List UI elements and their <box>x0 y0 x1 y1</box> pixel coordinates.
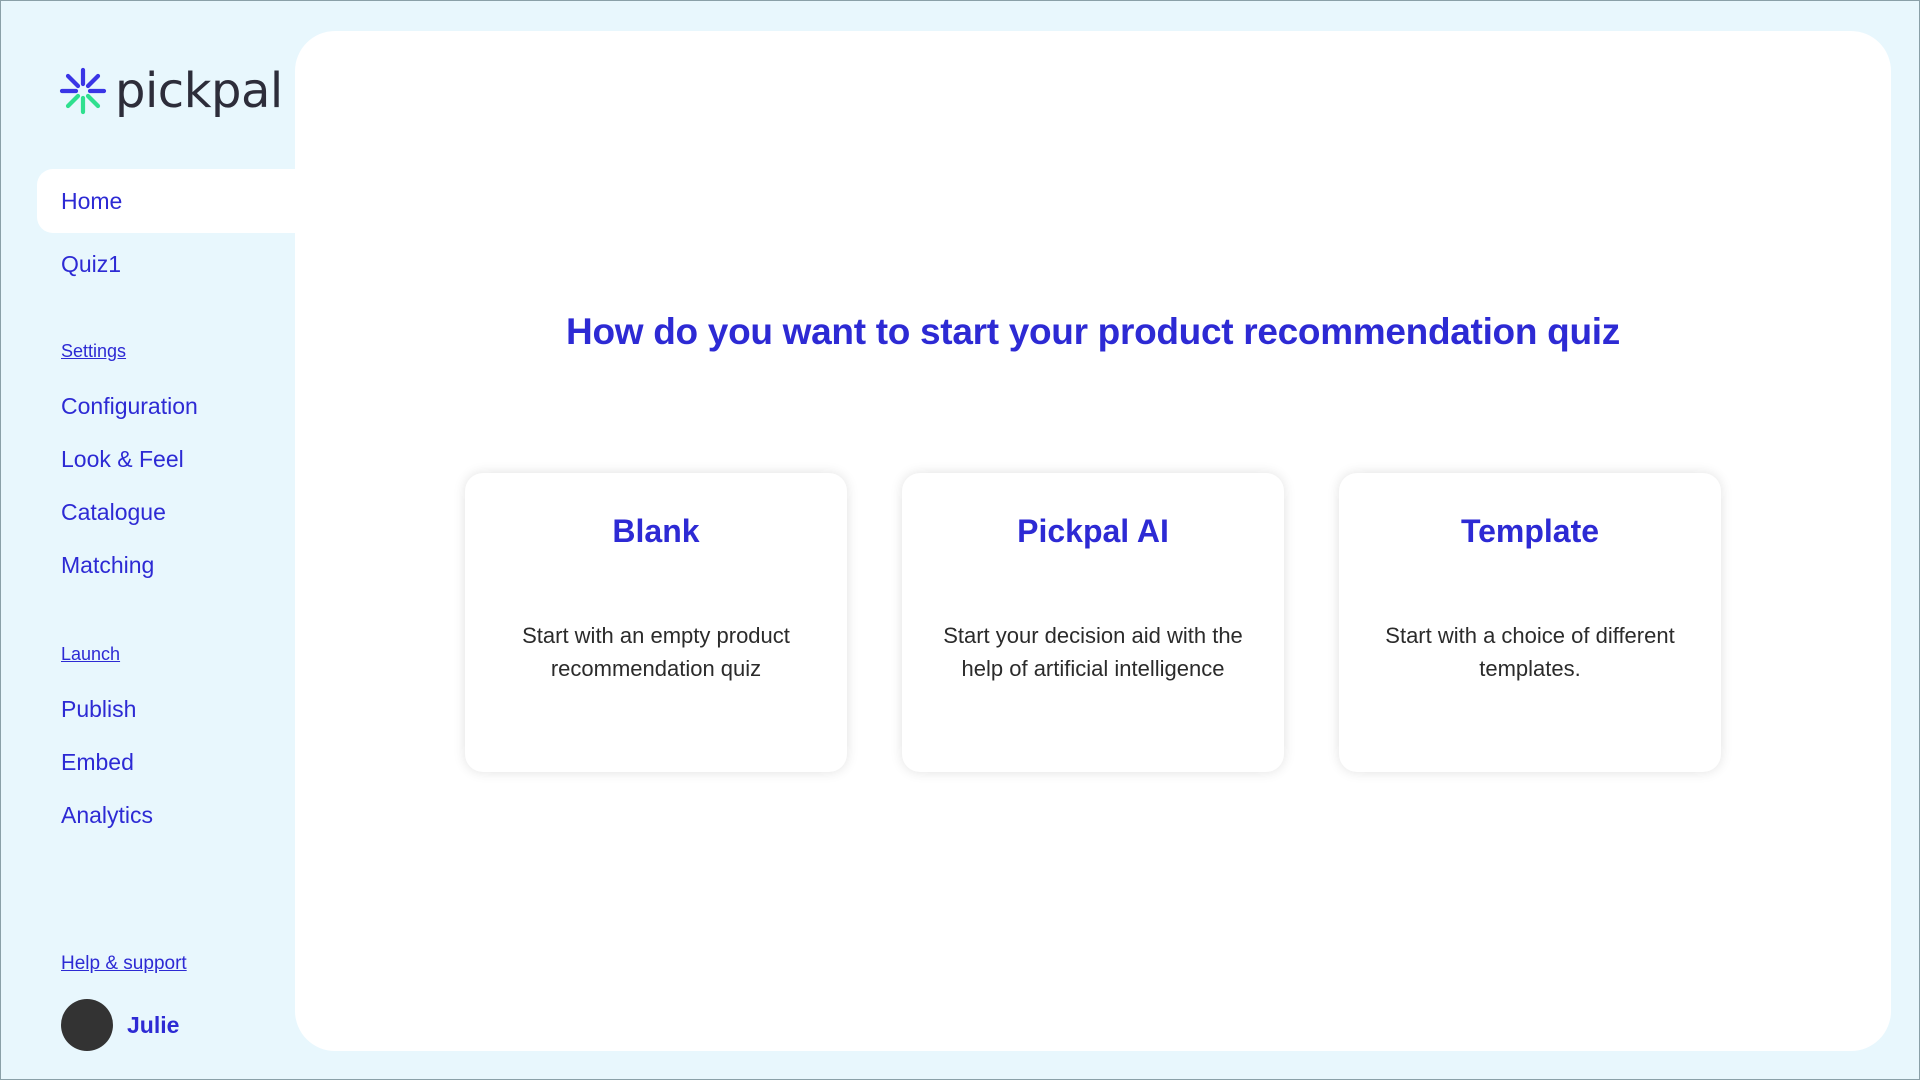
blank-option-card[interactable]: Blank Start with an empty product recomm… <box>465 473 847 772</box>
card-description: Start with an empty product recommendati… <box>522 623 790 681</box>
card-title: Pickpal AI <box>1017 513 1169 549</box>
pickpal-burst-icon <box>59 67 107 115</box>
main-panel: How do you want to start your product re… <box>295 31 1891 1051</box>
nav-matching[interactable]: Matching <box>61 552 154 579</box>
user-name: Julie <box>127 1011 180 1038</box>
launch-section-link[interactable]: Launch <box>61 644 120 665</box>
brand-name: pickpal <box>115 63 283 119</box>
nav-embed[interactable]: Embed <box>61 749 134 776</box>
help-support-link[interactable]: Help & support <box>61 953 187 975</box>
nav-home[interactable]: Home <box>37 169 295 233</box>
app-window: pickpal Home Quiz1 Settings Configuratio… <box>0 0 1920 1080</box>
nav-analytics[interactable]: Analytics <box>61 802 153 829</box>
page-title: How do you want to start your product re… <box>566 311 1620 352</box>
sidebar: pickpal Home Quiz1 Settings Configuratio… <box>1 1 295 1080</box>
avatar <box>61 999 113 1051</box>
nav-quiz1[interactable]: Quiz1 <box>37 232 295 296</box>
card-description: Start with a choice of different templat… <box>1385 623 1675 681</box>
settings-section-link[interactable]: Settings <box>61 341 126 362</box>
nav-home-label: Home <box>61 187 123 214</box>
card-title: Blank <box>612 513 700 549</box>
card-title: Template <box>1460 513 1600 549</box>
template-option-card[interactable]: Template Start with a choice of differen… <box>1339 473 1721 772</box>
nav-publish[interactable]: Publish <box>61 696 136 723</box>
user-profile[interactable]: Julie <box>61 999 179 1051</box>
nav-look-and-feel[interactable]: Look & Feel <box>61 446 184 473</box>
brand-logo[interactable]: pickpal <box>59 67 283 115</box>
nav-quiz1-label: Quiz1 <box>61 250 122 277</box>
card-description: Start your decision aid with the help of… <box>943 623 1243 681</box>
nav-catalogue[interactable]: Catalogue <box>61 499 166 526</box>
nav-configuration[interactable]: Configuration <box>61 393 198 420</box>
pickpal-ai-option-card[interactable]: Pickpal AI Start your decision aid with … <box>902 473 1284 772</box>
